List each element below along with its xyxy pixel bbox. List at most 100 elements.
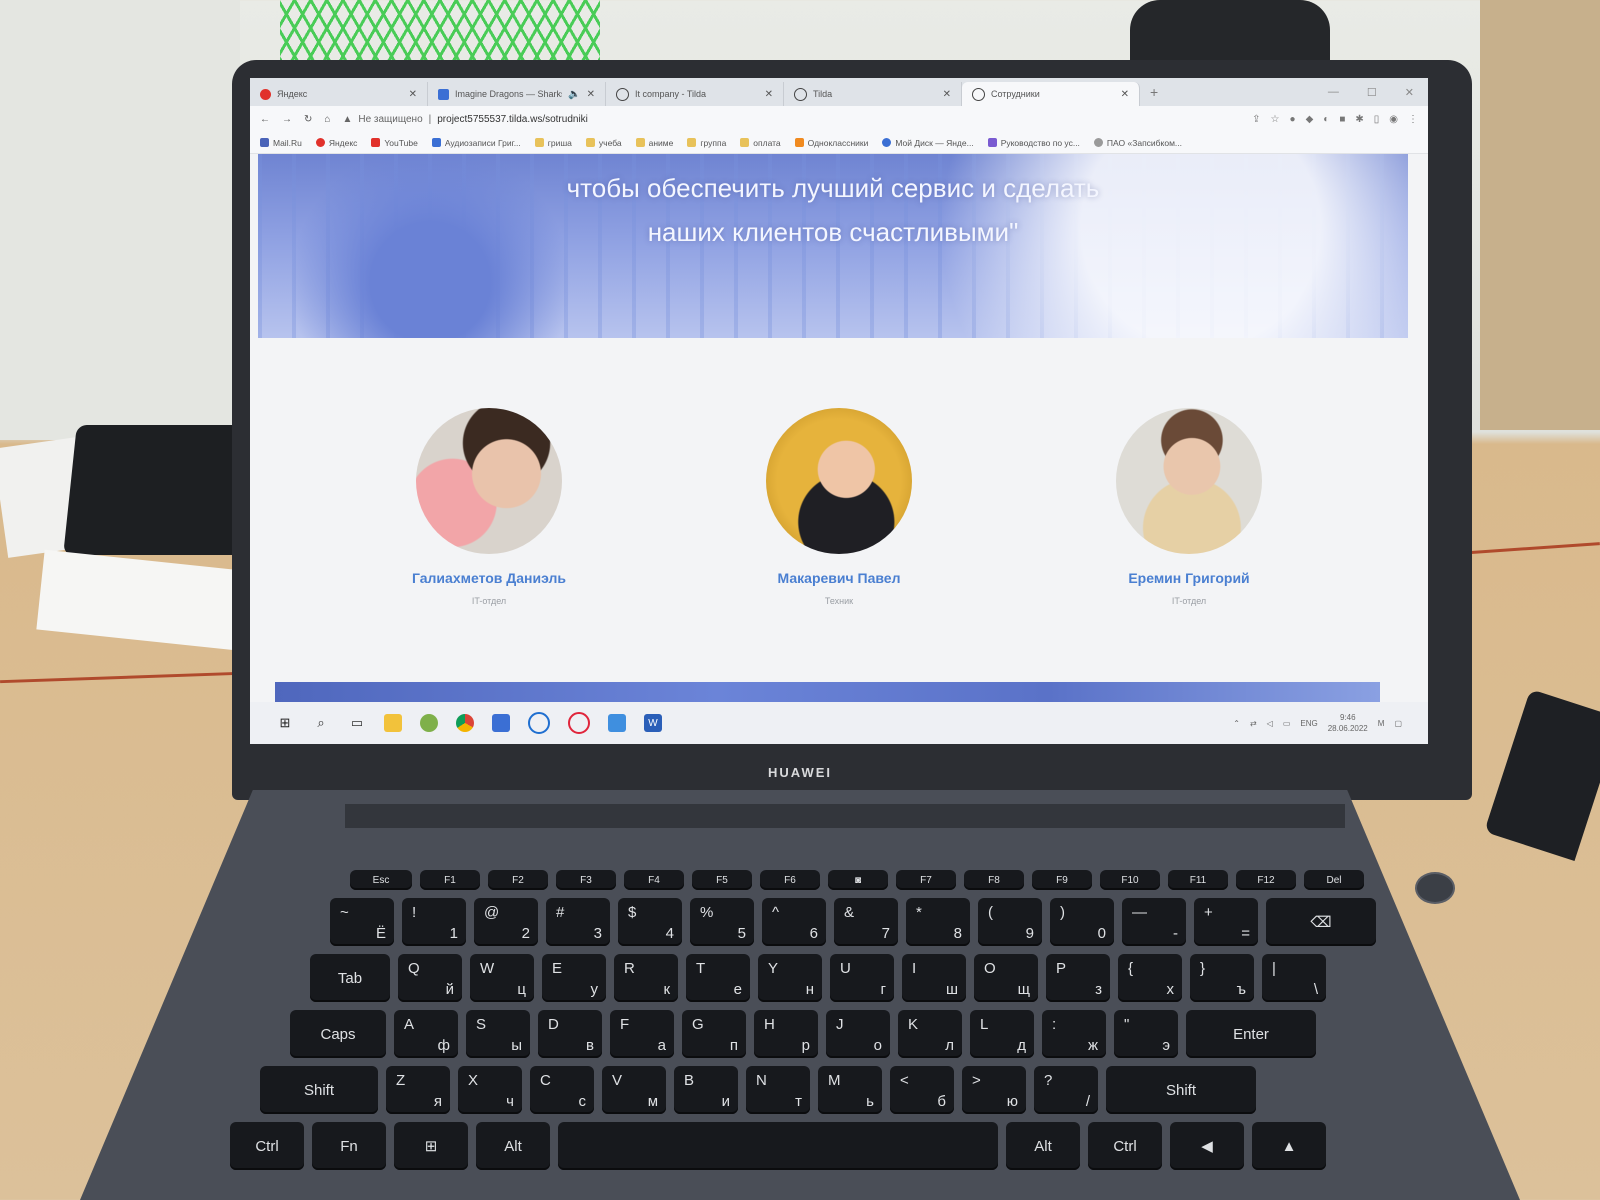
puzzle-icon[interactable]: ✱ [1355,114,1363,125]
bookmark-folder[interactable]: гриша [534,138,572,148]
key-f2[interactable]: F2 [488,870,548,890]
key[interactable]: ) 0 [1050,898,1114,946]
key-caps[interactable]: Caps [290,1010,386,1058]
forward-icon[interactable]: → [282,114,292,125]
key[interactable]: Aф [394,1010,458,1058]
key[interactable]: | \ [1262,954,1326,1002]
close-icon[interactable]: ✕ [943,89,951,100]
key[interactable]: Uг [830,954,894,1002]
profile-icon[interactable]: ◉ [1389,114,1398,125]
notification-icon[interactable]: ▢ [1394,719,1402,728]
new-tab-button[interactable]: + [1150,84,1158,100]
key[interactable]: $4 [618,898,682,946]
key-ctrl-right[interactable]: Ctrl [1088,1122,1162,1170]
file-explorer-icon[interactable] [384,714,402,732]
key[interactable]: Fа [610,1010,674,1058]
url-text[interactable]: project5755537.tilda.ws/sotrudniki [437,114,588,125]
key[interactable]: Iш [902,954,966,1002]
battery-icon[interactable]: ▭ [1283,719,1291,728]
extension-icon[interactable]: ◐ [1323,114,1329,125]
close-icon[interactable]: ✕ [409,89,417,100]
close-icon[interactable]: ✕ [765,89,773,100]
bookmark[interactable]: ПАО «Запсибком... [1093,138,1182,148]
game-icon[interactable] [420,714,438,732]
bookmark[interactable]: YouTube [371,138,418,148]
close-window-icon[interactable]: ✕ [1405,86,1414,99]
search-icon[interactable]: ⌕ [312,714,330,732]
bookmark[interactable]: Мой Диск — Янде... [882,138,974,148]
key[interactable]: ? / [1034,1066,1098,1114]
reload-icon[interactable]: ↻ [304,114,312,125]
key[interactable]: & 7 [834,898,898,946]
arrow-left-key-icon[interactable]: ◀ [1170,1122,1244,1170]
bookmark[interactable]: Аудиозаписи Григ... [431,138,521,148]
key-shift-right[interactable]: Shift [1106,1066,1256,1114]
browser-tab-active[interactable]: Сотрудники ✕ [962,82,1140,106]
key[interactable]: Cс [530,1066,594,1114]
power-button[interactable] [1415,872,1455,904]
speaker-icon[interactable]: 🔈 [568,89,580,100]
volume-icon[interactable]: ◁ [1267,719,1273,728]
key-ctrl-left[interactable]: Ctrl [230,1122,304,1170]
key[interactable]: Nт [746,1066,810,1114]
app-icon[interactable] [608,714,626,732]
key[interactable]: + = [1194,898,1258,946]
browser-tab[interactable]: Tilda ✕ [784,82,962,106]
bookmark[interactable]: Яндекс [315,138,357,148]
key[interactable]: Zя [386,1066,450,1114]
key-f8[interactable]: F8 [964,870,1024,890]
key[interactable]: % 5 [690,898,754,946]
bookmark[interactable]: Одноклассники [794,138,868,148]
key-f3[interactable]: F3 [556,870,616,890]
key[interactable]: Oщ [974,954,1038,1002]
key-f6[interactable]: F6 [760,870,820,890]
opera-icon[interactable] [568,712,590,734]
key[interactable]: @2 [474,898,538,946]
key[interactable]: (9 [978,898,1042,946]
key-f9[interactable]: F9 [1032,870,1092,890]
key-space[interactable] [558,1122,998,1170]
key-alt-left[interactable]: Alt [476,1122,550,1170]
key-f1[interactable]: F1 [420,870,480,890]
task-view-icon[interactable]: ▭ [348,714,366,732]
key-del[interactable]: Del [1304,870,1364,890]
key-esc[interactable]: Esc [350,870,412,890]
share-icon[interactable]: ⇪ [1252,114,1260,125]
key[interactable]: Yн [758,954,822,1002]
back-icon[interactable]: ← [260,114,270,125]
key-f7[interactable]: F7 [896,870,956,890]
key-f10[interactable]: F10 [1100,870,1160,890]
office-icon[interactable]: M [1378,719,1385,728]
key-f12[interactable]: F12 [1236,870,1296,890]
key[interactable]: Kл [898,1010,962,1058]
key[interactable]: > ю [962,1066,1026,1114]
bookmark-folder[interactable]: группа [687,138,726,148]
close-icon[interactable]: ✕ [587,89,595,100]
key[interactable]: } ъ [1190,954,1254,1002]
key[interactable]: Rк [614,954,678,1002]
browser-tab[interactable]: Imagine Dragons — Sharks 🔈 ✕ [428,82,606,106]
browser-tab[interactable]: It company - Tilda ✕ [606,82,784,106]
key[interactable]: ^ 6 [762,898,826,946]
key[interactable]: Sы [466,1010,530,1058]
star-icon[interactable]: ☆ [1271,114,1280,125]
browser-tab[interactable]: Яндекс ✕ [250,82,428,106]
home-icon[interactable]: ⌂ [324,114,330,125]
key[interactable]: Hр [754,1010,818,1058]
bookmark-folder[interactable]: оплата [740,138,781,148]
key[interactable]: Pз [1046,954,1110,1002]
key[interactable]: :ж [1042,1010,1106,1058]
key[interactable]: < б [890,1066,954,1114]
windows-key-icon[interactable]: ⊞ [394,1122,468,1170]
key[interactable]: Qй [398,954,462,1002]
chrome-icon[interactable] [456,714,474,732]
extension-icon[interactable]: ◆ [1306,114,1314,125]
address-bar[interactable]: ▲ Не защищено | project5755537.tilda.ws/… [342,114,1240,125]
camera-key-icon[interactable]: ◙ [828,870,888,890]
key[interactable]: " э [1114,1010,1178,1058]
key[interactable]: Bи [674,1066,738,1114]
key[interactable]: {х [1118,954,1182,1002]
clock[interactable]: 9:46 28.06.2022 [1328,712,1368,734]
extension-icon[interactable]: ■ [1339,114,1345,125]
bookmark[interactable]: Mail.Ru [260,138,302,148]
